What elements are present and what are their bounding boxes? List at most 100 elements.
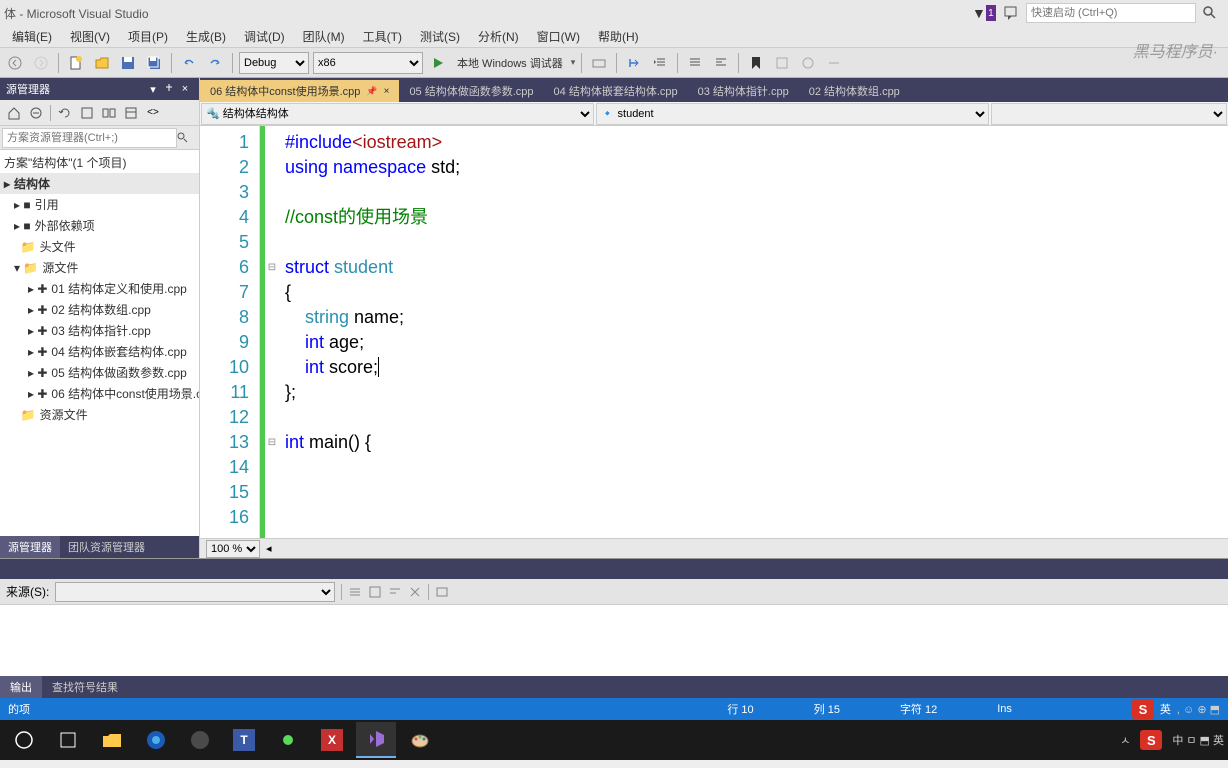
nav-fwd-icon[interactable] [30,52,52,74]
menu-debug[interactable]: 调试(D) [236,26,293,47]
explorer-icon[interactable] [92,722,132,758]
properties-icon[interactable] [121,103,141,123]
fold-column[interactable]: ⊟⊟ [265,126,279,538]
uncomment-icon[interactable] [710,52,732,74]
tab-find-results[interactable]: 查找符号结果 [42,676,128,698]
doc-tab[interactable]: 05 结构体做函数参数.cpp [399,80,543,102]
pin-icon[interactable] [161,81,177,97]
file-item[interactable]: ▸ ✚ 03 结构体指针.cpp [0,320,199,341]
misc-icon-1[interactable] [771,52,793,74]
app-icon-x[interactable]: X [312,722,352,758]
code-icon[interactable]: <> [143,103,163,123]
file-item[interactable]: ▸ ✚ 05 结构体做函数参数.cpp [0,362,199,383]
file-item[interactable]: ▸ ✚ 04 结构体嵌套结构体.cpp [0,341,199,362]
menu-view[interactable]: 视图(V) [62,26,118,47]
app-icon-green[interactable] [268,722,308,758]
tray-ime-badge[interactable]: S [1140,730,1162,750]
process-icon[interactable] [588,52,610,74]
nav-back-icon[interactable] [4,52,26,74]
refs-folder[interactable]: ▸ ■ 引用 [0,194,199,215]
outdent-icon[interactable] [649,52,671,74]
ime-badge[interactable]: S [1132,699,1154,719]
tab-output[interactable]: 输出 [0,676,42,698]
menu-window[interactable]: 窗口(W) [529,26,588,47]
start-icon[interactable] [4,722,44,758]
close-tab-icon[interactable]: × [384,86,390,97]
search-submit-icon[interactable] [177,132,197,144]
clear-icon[interactable] [348,585,362,599]
save-all-icon[interactable] [143,52,165,74]
solution-node[interactable]: 方案"结构体"(1 个项目) [0,152,199,173]
goto-icon[interactable] [435,585,449,599]
platform-select[interactable]: x86 [313,52,423,74]
config-select[interactable]: Debug [239,52,309,74]
file-item[interactable]: ▸ ✚ 02 结构体数组.cpp [0,299,199,320]
toggle-icon[interactable] [368,585,382,599]
res-folder[interactable]: 📁 资源文件 [0,404,199,425]
doc-tab[interactable]: 03 结构体指针.cpp [688,80,799,102]
new-file-icon[interactable] [65,52,87,74]
code-editor[interactable]: 12345678910111213141516 ⊟⊟ #include<iost… [200,126,1228,538]
redo-icon[interactable] [204,52,226,74]
feedback-icon[interactable] [1000,3,1024,23]
menu-test[interactable]: 测试(S) [412,26,468,47]
search-icon[interactable] [1198,3,1222,23]
menu-help[interactable]: 帮助(H) [590,26,647,47]
clear-all-icon[interactable] [408,585,422,599]
browser-icon[interactable] [136,722,176,758]
dropdown-icon[interactable]: ▾ [145,81,161,97]
notification-flag-icon[interactable]: ▼1 [972,3,996,23]
show-all-icon[interactable] [99,103,119,123]
menu-team[interactable]: 团队(M) [295,26,353,47]
misc-icon-3[interactable] [823,52,845,74]
start-debug-button[interactable] [427,52,449,74]
comment-icon[interactable] [684,52,706,74]
pin-icon[interactable]: 📌 [366,86,377,97]
ext-folder[interactable]: ▸ ■ 外部依赖项 [0,215,199,236]
menu-analyze[interactable]: 分析(N) [470,26,527,47]
cortana-icon[interactable] [48,722,88,758]
menu-edit[interactable]: 编辑(E) [4,26,60,47]
sources-folder[interactable]: ▾ 📁 源文件 [0,257,199,278]
doc-tab[interactable]: 04 结构体嵌套结构体.cpp [544,80,688,102]
doc-tab-active[interactable]: 06 结构体中const使用场景.cpp📌× [200,80,399,102]
quick-launch-input[interactable] [1026,3,1196,23]
bookmark-icon[interactable] [745,52,767,74]
sync-icon[interactable] [77,103,97,123]
refresh-icon[interactable] [55,103,75,123]
home-icon[interactable] [4,103,24,123]
project-node[interactable]: ▸ 结构体 [0,173,199,194]
collapse-icon[interactable] [26,103,46,123]
vs-icon[interactable] [356,722,396,758]
save-icon[interactable] [117,52,139,74]
app-icon-t[interactable]: T [224,722,264,758]
system-tray[interactable]: ㅅ S 中 ㅁ ⬒ 英 [1120,730,1224,750]
paint-icon[interactable] [400,722,440,758]
file-item[interactable]: ▸ ✚ 06 结构体中const使用场景.cpp [0,383,199,404]
menu-tools[interactable]: 工具(T) [355,26,410,47]
tab-team-explorer[interactable]: 团队资源管理器 [60,536,153,558]
open-file-icon[interactable] [91,52,113,74]
tray-lang[interactable]: 中 ㅁ ⬒ 英 [1172,732,1224,748]
undo-icon[interactable] [178,52,200,74]
scope-dropdown[interactable]: 🔩 结构体结构体 [201,103,594,125]
tab-solution-explorer[interactable]: 源管理器 [0,536,60,558]
output-content[interactable] [0,605,1228,677]
func-dropdown[interactable] [991,103,1227,125]
code-content[interactable]: #include<iostream> using namespace std; … [279,126,1228,538]
headers-folder[interactable]: 📁 头文件 [0,236,199,257]
member-dropdown[interactable]: 🔹 student [596,103,989,125]
doc-tab[interactable]: 02 结构体数组.cpp [799,80,910,102]
zoom-select[interactable]: 100 % [206,540,260,558]
misc-icon-2[interactable] [797,52,819,74]
menu-project[interactable]: 项目(P) [120,26,176,47]
ime-lang[interactable]: 英 [1160,701,1171,717]
output-source-select[interactable] [55,582,335,602]
close-icon[interactable]: × [177,81,193,97]
solution-tree[interactable]: 方案"结构体"(1 个项目) ▸ 结构体 ▸ ■ 引用 ▸ ■ 外部依赖项 📁 … [0,150,199,536]
debugger-label[interactable]: 本地 Windows 调试器 [453,55,567,71]
solution-search-input[interactable] [2,128,177,148]
wrap-icon[interactable] [388,585,402,599]
file-item[interactable]: ▸ ✚ 01 结构体定义和使用.cpp [0,278,199,299]
menu-build[interactable]: 生成(B) [178,26,234,47]
